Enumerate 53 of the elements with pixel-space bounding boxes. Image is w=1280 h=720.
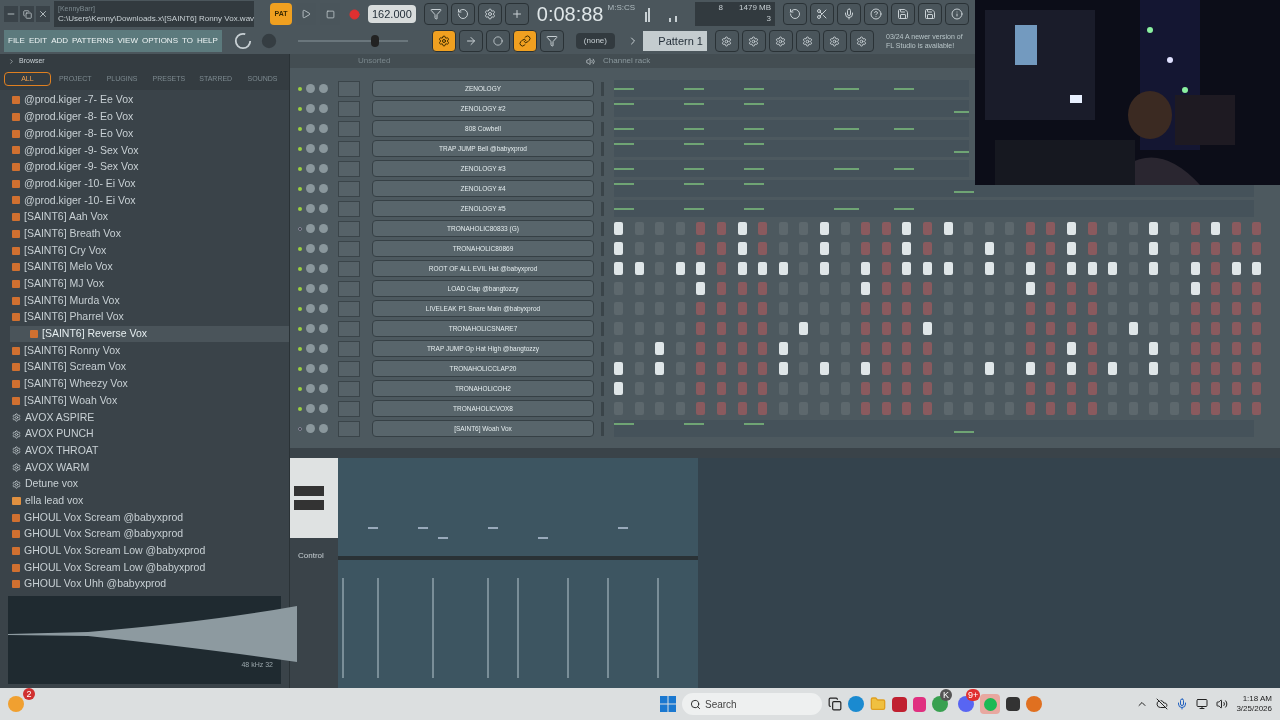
browser-item[interactable]: [SAINT6] Aah Vox	[10, 208, 289, 226]
browser-item[interactable]: @prod.kiger -9- Sex Vox	[10, 142, 289, 159]
browser-item[interactable]: GHOUL Vox Uhh @babyxprod	[10, 575, 289, 593]
tempo-display[interactable]: 162.000	[368, 5, 416, 23]
browser-item[interactable]: AVOX THROAT	[10, 442, 289, 460]
control-label: Control	[297, 550, 325, 562]
browser-item[interactable]: @prod.kiger -10- Ei Vox	[10, 175, 289, 193]
menu-item[interactable]: FILE	[8, 35, 25, 47]
notification-badge: 2	[23, 688, 35, 700]
search-field[interactable]: Search	[682, 693, 822, 715]
browser-item[interactable]: [SAINT6] Melo Vox	[10, 258, 289, 276]
channel-rack-title: Channel rack	[603, 55, 651, 67]
browser-item[interactable]: @prod.kiger -8- Eo Vox	[10, 125, 289, 143]
memory-reading: 1479 MB	[739, 2, 772, 13]
menu-item[interactable]: HELP	[196, 35, 218, 47]
menu-item[interactable]: PATTERNS	[72, 35, 114, 47]
browser-item[interactable]: [SAINT6] Breath Vox	[10, 225, 289, 243]
pattern-selector[interactable]: (none)	[575, 33, 615, 49]
browser-item[interactable]: [SAINT6] Scream Vox	[10, 359, 289, 376]
menu-item[interactable]: VIEW	[117, 35, 138, 47]
browser-item[interactable]: [SAINT6] Wheezy Vox	[10, 375, 289, 393]
browser-item[interactable]: AVOX WARM	[10, 459, 289, 476]
browser-item[interactable]: [SAINT6] Murda Vox	[10, 292, 289, 309]
browser-item[interactable]: AVOX ASPIRE	[10, 409, 289, 426]
browser-item[interactable]: GHOUL Vox Scream @babyxprod	[10, 525, 289, 543]
browser-item[interactable]: @prod.kiger -8- Eo Vox	[10, 108, 289, 126]
notification-badge: K	[940, 689, 952, 701]
browser-item[interactable]: @prod.kiger -10- Ei Vox	[10, 192, 289, 209]
browser-item[interactable]: GHOUL Vox Scream Low @babyxprod	[10, 542, 289, 560]
browser-item[interactable]: @prod.kiger -9- Sex Vox	[10, 158, 289, 176]
pattern-name[interactable]: Pattern 1	[643, 31, 707, 51]
time-unit: M:S:CS	[607, 2, 636, 14]
browser-item[interactable]: AVOX PUNCH	[10, 425, 289, 443]
menu-item[interactable]: EDIT	[28, 35, 48, 47]
browser-item[interactable]: [SAINT6] Woah Vox	[10, 392, 289, 410]
browser-item[interactable]: GHOUL Vox Scream Low @babyxprod	[10, 559, 289, 576]
polyphony-reading: 3	[766, 13, 772, 24]
cpu-reading: 8	[718, 2, 724, 13]
browser-item[interactable]: @prod.kiger -7- Ee Vox	[10, 92, 289, 109]
browser-item[interactable]: [SAINT6] MJ Vox	[10, 275, 289, 293]
browser-item[interactable]: Detune vox	[10, 475, 289, 493]
browser-item[interactable]: [SAINT6] Reverse Vox	[10, 325, 289, 343]
time-display: 0:08:88	[536, 2, 604, 27]
browser-item[interactable]: [SAINT6] Cry Vox	[10, 242, 289, 259]
browser-item[interactable]: [SAINT6] Ronny Vox	[10, 342, 289, 359]
browser-item[interactable]: ella lead vox	[10, 492, 289, 510]
menu-item[interactable]: OPTIONS	[141, 35, 178, 47]
browser-item[interactable]: GHOUL Vox Scream @babyxprod	[10, 509, 289, 526]
notification-badge: 9+	[966, 689, 981, 701]
menu-item[interactable]: ADD	[51, 35, 69, 47]
browser-item[interactable]: [SAINT6] Pharrel Vox	[10, 308, 289, 326]
menu-item[interactable]: TO	[182, 35, 193, 47]
clock[interactable]: 1:18 AM 3/25/2026	[1236, 694, 1272, 714]
